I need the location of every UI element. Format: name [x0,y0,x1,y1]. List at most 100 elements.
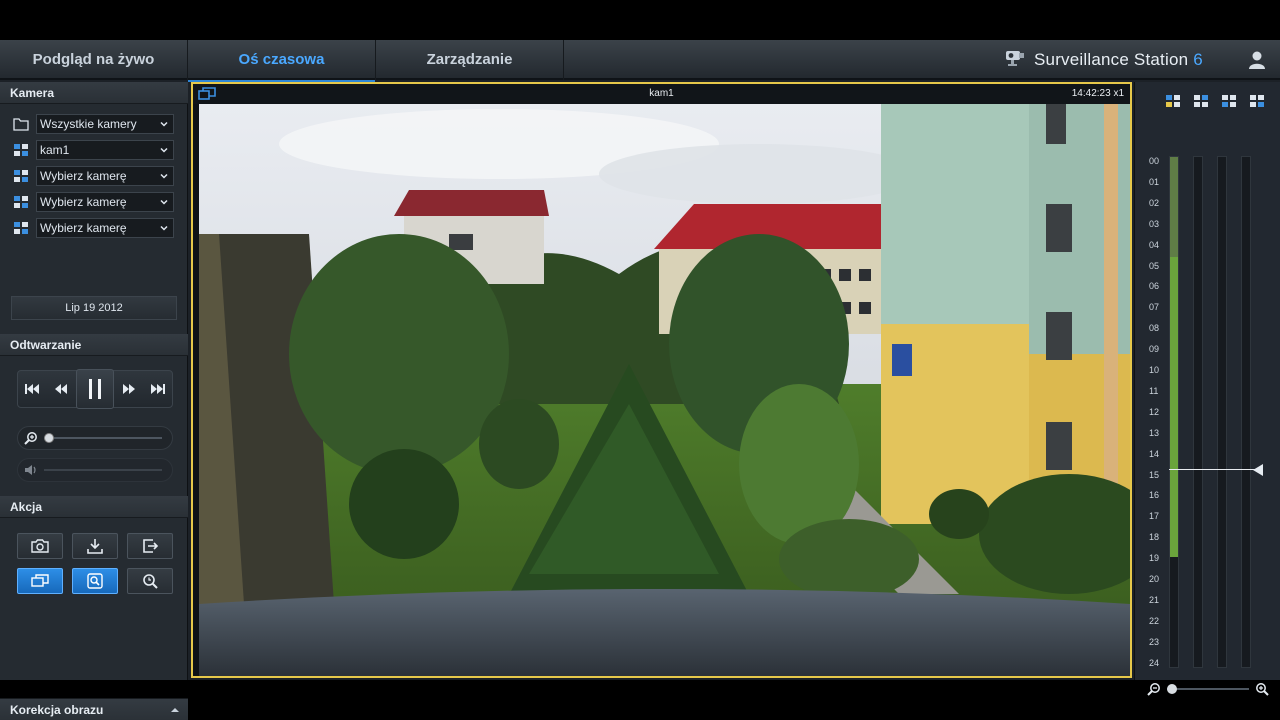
speaker-icon [18,464,44,476]
skip-end-icon [150,384,165,394]
camera-select-3[interactable]: Wybierz kamerę [36,192,174,212]
layout-4-icon[interactable] [1249,94,1265,108]
chevron-down-icon [160,199,168,205]
download-icon [87,539,103,554]
multi-window-icon [31,574,49,587]
hour-label: 12 [1149,406,1160,417]
camera-select-row-3: Wybierz kamerę [12,166,174,186]
camera-select-value: Wybierz kamerę [40,221,127,235]
search-button[interactable] [127,568,173,594]
top-navigation: Podgląd na żywo Oś czasowa Zarządzanie S… [0,40,1280,82]
zoom-slider-track[interactable] [44,433,162,443]
hour-label: 14 [1149,448,1160,459]
date-picker-button[interactable]: Lip 19 2012 [11,296,177,320]
fast-forward-button[interactable] [115,373,143,405]
pause-icon [88,379,101,399]
hour-label: 23 [1149,636,1160,647]
layout-3-icon[interactable] [1221,94,1237,108]
chevron-down-icon [160,225,168,231]
timeline-lane-1[interactable] [1169,156,1179,668]
layout-2-icon[interactable] [1193,94,1209,108]
section-action-header: Akcja [0,496,188,518]
camera-select-2[interactable]: Wybierz kamerę [36,166,174,186]
chevron-down-icon [160,121,168,127]
rewind-button[interactable] [47,373,75,405]
timeline-layout-switcher [1165,94,1265,110]
export-button[interactable] [127,533,173,559]
user-icon[interactable] [1246,49,1268,71]
tab-management[interactable]: Zarządzanie [376,40,564,80]
hour-label: 05 [1149,260,1160,271]
digital-zoom-button[interactable] [72,568,118,594]
hour-label: 00 [1149,156,1160,166]
camera-group-value: Wszystkie kamery [40,117,137,131]
camera-select-value: Wybierz kamerę [40,195,127,209]
zoom-in-icon[interactable] [1255,682,1269,696]
camera-layout-icon [12,167,30,185]
image-correction-header[interactable]: Korekcja obrazu [0,698,188,720]
camera-select-row-2: kam1 [12,140,174,160]
zoom-slider[interactable] [17,426,173,450]
hour-label: 13 [1149,427,1160,438]
volume-slider[interactable] [17,458,173,482]
timeline-cursor-handle[interactable] [1251,463,1265,477]
zoom-in-icon [18,431,44,445]
export-icon [143,539,159,553]
folder-icon [12,115,30,133]
hour-label: 09 [1149,344,1160,355]
camera-icon [31,539,49,553]
camera-select-row-1: Wszystkie kamery [12,114,174,134]
timeline-zoom-handle[interactable] [1167,684,1177,694]
video-title-bar: kam1 14:42:23 x1 [193,84,1130,104]
image-correction-title: Korekcja obrazu [10,703,104,717]
section-camera-header: Kamera [0,82,188,104]
brand-version: 6 [1193,50,1203,69]
camera-select-4[interactable]: Wybierz kamerę [36,218,174,238]
timeline-lane-2[interactable] [1193,156,1203,668]
chevron-down-icon [160,173,168,179]
hour-label: 06 [1149,281,1160,292]
video-viewport[interactable]: kam1 14:42:23 x1 [191,82,1132,678]
snapshot-button[interactable] [17,533,63,559]
camera-layout-icon [12,193,30,211]
timeline-zoom-slider[interactable] [1167,684,1249,694]
layout-1-icon[interactable] [1165,94,1181,108]
chevron-down-icon [160,147,168,153]
camera-feed-image [199,104,1130,676]
timeline-lane-3[interactable] [1217,156,1227,668]
tab-live-view[interactable]: Podgląd na żywo [0,40,188,80]
skip-to-end-button[interactable] [144,373,172,405]
timeline-lane-4[interactable] [1241,156,1251,668]
volume-slider-track[interactable] [44,469,162,471]
search-icon [143,574,158,589]
hour-label: 19 [1149,553,1160,564]
hour-label: 21 [1149,594,1160,605]
brand-title: Surveillance Station 6 [1034,50,1203,70]
hour-label: 20 [1149,574,1160,584]
camera-select-row-5: Wybierz kamerę [12,218,174,238]
video-timestamp: 14:42:23 x1 [1071,88,1124,99]
recording-segment[interactable] [1170,257,1178,557]
tab-timeline[interactable]: Oś czasowa [188,40,376,82]
download-button[interactable] [72,533,118,559]
brand: Surveillance Station 6 [1004,40,1203,80]
layout-mode-button[interactable] [17,568,63,594]
hour-label: 18 [1149,532,1160,543]
hour-label: 01 [1149,176,1160,187]
skip-to-start-button[interactable] [18,373,46,405]
hour-label: 04 [1149,239,1160,250]
app-window: Podgląd na żywo Oś czasowa Zarządzanie S… [0,40,1280,720]
pause-button[interactable] [75,369,114,409]
skip-start-icon [25,384,40,394]
timeline-zoom [1147,682,1269,696]
zoom-slider-handle[interactable] [44,433,54,443]
zoom-out-icon[interactable] [1147,682,1161,696]
timeline-cursor [1169,469,1257,470]
camera-select-1[interactable]: kam1 [36,140,174,160]
camera-select-value: Wybierz kamerę [40,169,127,183]
camera-select-row-4: Wybierz kamerę [12,192,174,212]
hour-label: 10 [1149,365,1160,375]
camera-group-select[interactable]: Wszystkie kamery [36,114,174,134]
camera-layout-icon [12,219,30,237]
hour-label: 03 [1149,218,1160,229]
